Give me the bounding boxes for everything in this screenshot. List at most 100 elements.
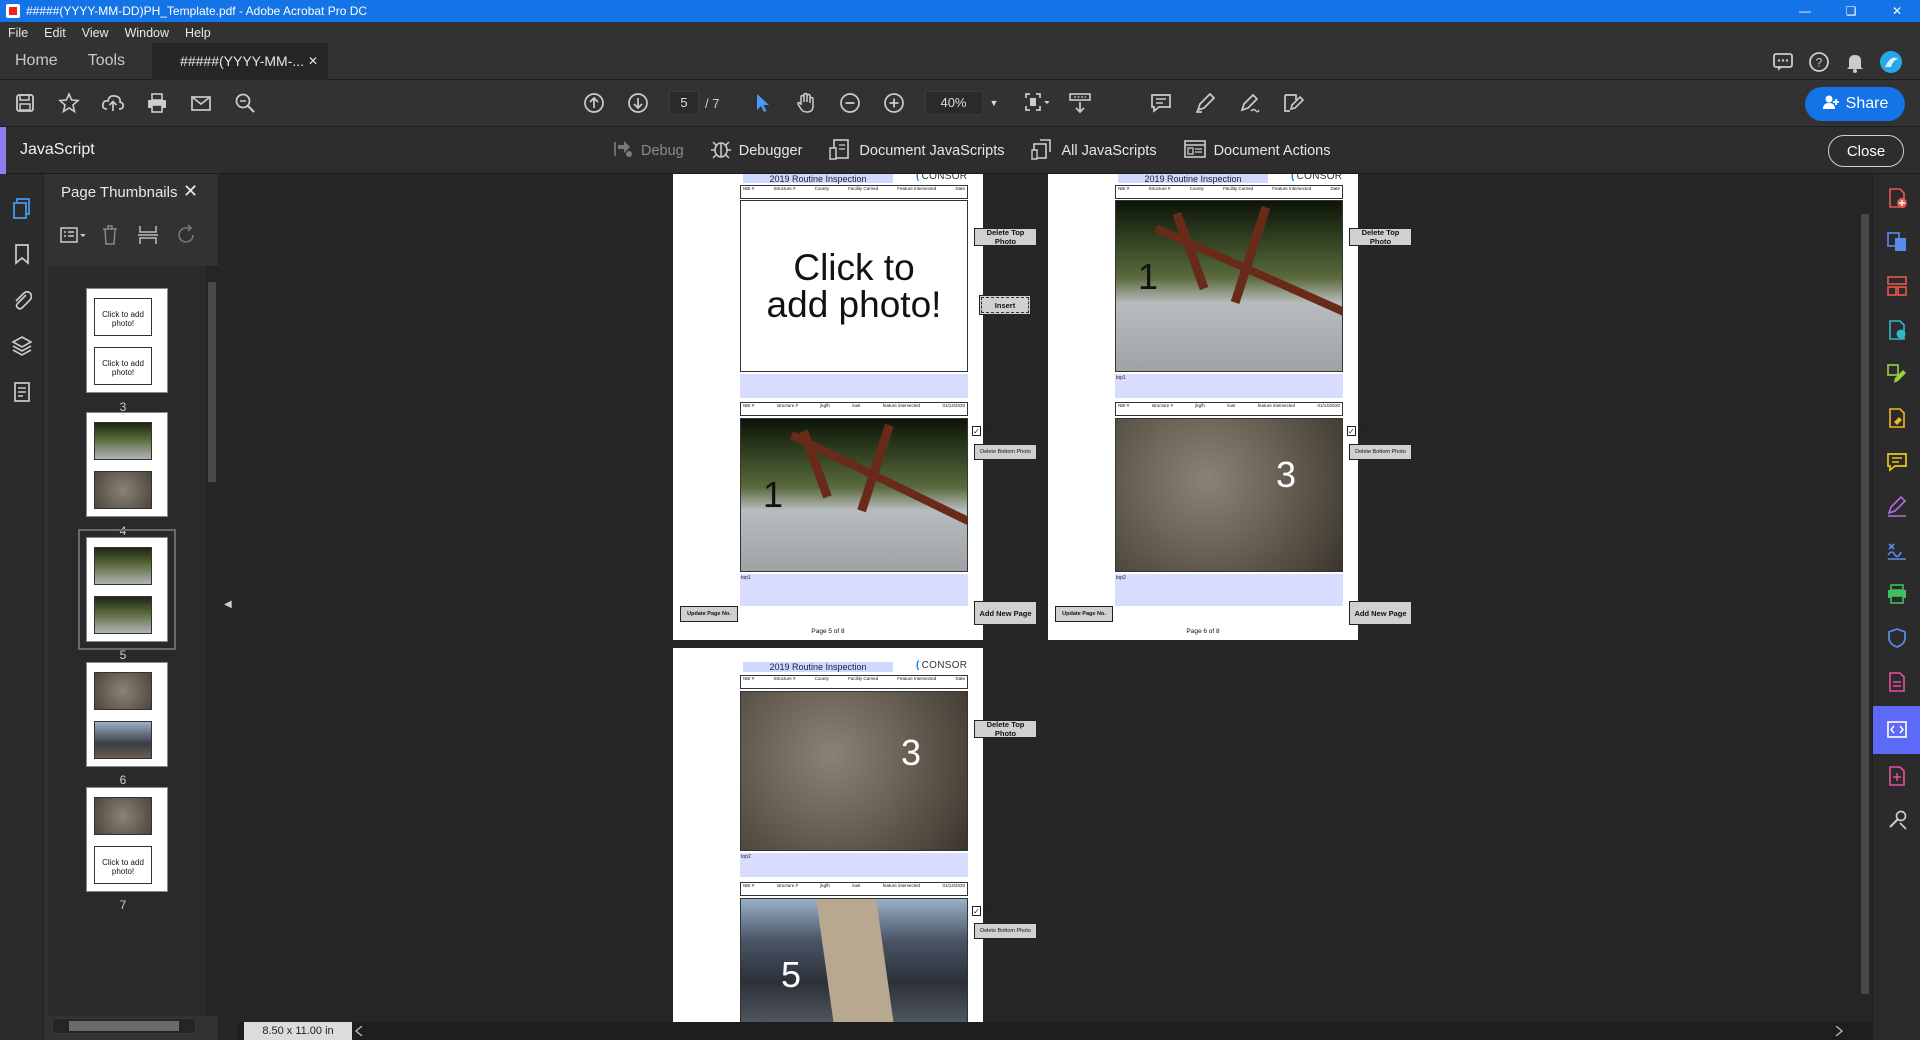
send-for-signature-icon[interactable] — [1885, 538, 1909, 562]
fill-and-sign-icon[interactable] — [1885, 494, 1909, 518]
edit-form-icon[interactable] — [1280, 90, 1306, 116]
organize-pages-icon[interactable] — [1885, 274, 1909, 298]
prev-page-icon[interactable] — [581, 90, 607, 116]
restore-icon[interactable]: ❏ — [1828, 0, 1874, 22]
sign-pen-icon[interactable] — [1236, 90, 1262, 116]
insert-pages-icon[interactable] — [135, 222, 161, 248]
thumbnail-page-4[interactable] — [86, 412, 168, 517]
horizontal-scrollbar[interactable] — [354, 1026, 1844, 1036]
delete-bottom-photo-button[interactable]: Delete Bottom Photo — [1349, 444, 1412, 460]
find-search-icon[interactable] — [232, 90, 258, 116]
notifications-bell-icon[interactable] — [1842, 49, 1868, 75]
update-page-number-button[interactable]: Update Page No. — [680, 606, 738, 622]
top-photo[interactable]: 3 — [740, 691, 968, 851]
delete-top-photo-button[interactable]: Delete Top Photo — [1349, 228, 1412, 246]
top-photo-placeholder[interactable]: Click to add photo! — [740, 200, 968, 372]
show-bottom-photo-checkbox[interactable]: ✓ Show bottom photo? — [972, 902, 1000, 920]
bottom-caption-field[interactable]: top1 — [740, 574, 968, 606]
menu-edit[interactable]: Edit — [36, 26, 74, 40]
protect-shield-icon[interactable] — [1885, 626, 1909, 650]
scroll-thumb[interactable] — [208, 282, 216, 482]
top-caption-field[interactable]: top2 — [740, 853, 968, 877]
menu-file[interactable]: File — [0, 26, 36, 40]
bookmark-star-icon[interactable] — [56, 90, 82, 116]
export-pdf-icon[interactable] — [1885, 318, 1909, 342]
javascript-tool-icon[interactable] — [1885, 718, 1909, 742]
thumbnail-hscrollbar[interactable] — [52, 1018, 196, 1034]
delete-bottom-photo-button[interactable]: Delete Bottom Photo — [974, 444, 1037, 460]
tab-document[interactable]: #####(YYYY-MM-... ✕ — [152, 42, 329, 80]
insert-button[interactable]: Insert — [979, 295, 1031, 315]
scroll-thumb[interactable] — [69, 1021, 179, 1031]
email-icon[interactable] — [188, 90, 214, 116]
debug-button[interactable]: Debug — [612, 139, 684, 163]
scroll-thumb[interactable] — [1861, 214, 1869, 994]
add-comment-icon[interactable] — [1148, 90, 1174, 116]
thumbnail-page-5[interactable] — [78, 529, 176, 650]
bottom-photo[interactable]: 5 — [740, 898, 968, 1022]
scroll-mode-icon[interactable] — [1067, 90, 1093, 116]
select-cursor-icon[interactable] — [749, 90, 775, 116]
bottom-photo[interactable]: 1 — [740, 418, 968, 572]
create-pdf-icon[interactable] — [1885, 186, 1909, 210]
layers-icon[interactable] — [10, 334, 34, 358]
zoom-level-select[interactable]: 40% ▼ — [925, 91, 998, 115]
help-icon[interactable]: ? — [1806, 49, 1832, 75]
bottom-caption-field[interactable]: top2 — [1115, 574, 1343, 606]
zoom-out-icon[interactable] — [837, 90, 863, 116]
prepare-form-icon[interactable] — [1885, 670, 1909, 694]
delete-top-photo-button[interactable]: Delete Top Photo — [974, 228, 1037, 246]
bookmarks-icon[interactable] — [10, 242, 34, 266]
comment-tool-icon[interactable] — [1885, 450, 1909, 474]
document-actions-button[interactable]: Document Actions — [1183, 138, 1330, 164]
comments-icon[interactable] — [1770, 49, 1796, 75]
menu-view[interactable]: View — [74, 26, 117, 40]
close-window-icon[interactable]: ✕ — [1874, 0, 1920, 22]
debugger-button[interactable]: Debugger — [710, 138, 802, 164]
update-page-number-button[interactable]: Update Page No. — [1055, 606, 1113, 622]
delete-bottom-photo-button[interactable]: Delete Bottom Photo — [974, 923, 1037, 939]
menu-help[interactable]: Help — [177, 26, 219, 40]
print-production-icon[interactable] — [1885, 582, 1909, 606]
rich-media-icon[interactable] — [1885, 764, 1909, 788]
thumbnail-page-3[interactable]: Click to add photo! Click to add photo! — [86, 288, 168, 393]
delete-top-photo-button[interactable]: Delete Top Photo — [974, 720, 1037, 738]
top-photo[interactable]: 1 — [1115, 200, 1343, 372]
account-avatar[interactable] — [1878, 49, 1904, 75]
thumbnail-options-icon[interactable] — [59, 222, 85, 248]
thumbnail-page-7[interactable]: Click to add photo! — [86, 787, 168, 892]
order-content-icon[interactable] — [10, 380, 34, 404]
document-javascripts-button[interactable]: Document JavaScripts — [828, 138, 1004, 164]
thumbnail-page-6[interactable] — [86, 662, 168, 767]
highlight-pen-icon[interactable] — [1192, 90, 1218, 116]
print-icon[interactable] — [144, 90, 170, 116]
attachments-paperclip-icon[interactable] — [10, 288, 34, 312]
edit-pdf-icon[interactable] — [1885, 362, 1909, 386]
all-javascripts-button[interactable]: All JavaScripts — [1030, 138, 1157, 164]
zoom-dropdown-icon[interactable]: ▼ — [990, 92, 999, 114]
show-bottom-photo-checkbox[interactable]: ✓ Show bottom photo? — [972, 422, 1000, 440]
save-icon[interactable] — [12, 90, 38, 116]
page-number-input[interactable]: 5 — [669, 91, 699, 115]
share-button[interactable]: Share — [1805, 87, 1905, 121]
tab-tools[interactable]: Tools — [73, 52, 140, 70]
thumbnail-scrollbar[interactable] — [206, 266, 218, 1016]
delete-pages-icon[interactable] — [97, 222, 123, 248]
fit-page-icon[interactable] — [1023, 90, 1050, 116]
document-vertical-scrollbar[interactable] — [1858, 174, 1872, 1022]
tab-home[interactable]: Home — [0, 52, 73, 70]
close-tab-icon[interactable]: ✕ — [308, 54, 318, 68]
page-thumbnails-icon[interactable] — [10, 196, 34, 220]
next-page-icon[interactable] — [625, 90, 651, 116]
top-caption-field[interactable]: top1 — [1115, 374, 1343, 398]
close-tool-button[interactable]: Close — [1828, 135, 1904, 167]
add-new-page-button[interactable]: Add New Page — [974, 601, 1037, 625]
document-view[interactable]: 2019 Routine Inspection (CONSOR NBI # Str… — [238, 174, 1858, 1022]
hand-tool-icon[interactable] — [793, 90, 819, 116]
combine-files-icon[interactable] — [1885, 230, 1909, 254]
show-bottom-photo-checkbox[interactable]: ✓ Show bottom photo? — [1347, 422, 1375, 440]
request-signatures-icon[interactable] — [1885, 406, 1909, 430]
add-new-page-button[interactable]: Add New Page — [1349, 601, 1412, 625]
upload-cloud-icon[interactable] — [100, 90, 126, 116]
panel-collapse-strip[interactable]: ◀ — [218, 174, 238, 1040]
